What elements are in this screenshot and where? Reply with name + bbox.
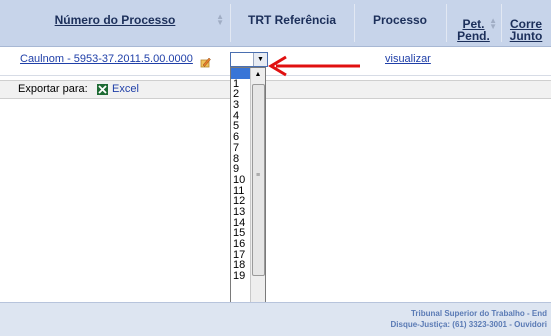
- col-header-processo: Processo: [354, 0, 446, 46]
- sort-arrows-icon: ▲ ▼: [489, 16, 497, 31]
- red-arrow-annotation-icon: [268, 55, 360, 77]
- trt-referencia-label: TRT Referência: [247, 13, 337, 27]
- processo-number-link[interactable]: Caulnom - 5953-37.2011.5.00.0000: [20, 53, 193, 65]
- scroll-up-icon[interactable]: ▲: [251, 68, 265, 82]
- visualizar-link[interactable]: visualizar: [385, 53, 431, 65]
- pencil-edit-icon[interactable]: [200, 57, 211, 68]
- sort-link-pet-line2[interactable]: Pend.: [457, 30, 490, 42]
- scroll-thumb[interactable]: ≡: [252, 84, 265, 276]
- scroll-grip-icon: ≡: [256, 172, 261, 179]
- export-excel-link[interactable]: Excel: [112, 83, 139, 95]
- processo-label: Processo: [372, 13, 428, 27]
- excel-icon[interactable]: [97, 84, 108, 95]
- footer-address: Tribunal Superior do Trabalho - End: [410, 309, 547, 318]
- col-header-numero-processo[interactable]: Número do Processo ▲ ▼: [0, 0, 230, 46]
- dropdown-scrollbar[interactable]: ▲ ≡: [250, 68, 265, 334]
- sort-link-corre-line2[interactable]: Junto: [510, 30, 543, 42]
- col-header-trt-referencia: TRT Referência: [230, 0, 354, 46]
- chevron-down-icon[interactable]: ▼: [253, 53, 267, 66]
- footer-contact: Disque-Justiça: (61) 3323-3001 - Ouvidor…: [390, 320, 548, 329]
- export-label: Exportar para:: [18, 83, 88, 95]
- export-bar: Exportar para: Excel: [0, 80, 551, 99]
- sort-link-pet-line1[interactable]: Pet.: [462, 18, 484, 30]
- table-header-row: Número do Processo ▲ ▼ TRT Referência Pro…: [0, 0, 551, 47]
- sort-link-numero-processo[interactable]: Número do Processo: [55, 13, 176, 27]
- sort-link-corre-line1[interactable]: Corre: [510, 18, 542, 30]
- trt-referencia-dropdown-list[interactable]: 1 2 3 4 5 6 7 8 9 10 11 12 13 14 15 16 17 18 19 ▲ ≡: [230, 67, 266, 335]
- col-header-pet-pend[interactable]: Pet. Pend. ▲ ▼: [446, 0, 501, 46]
- sort-arrows-icon: ▲ ▼: [216, 12, 224, 27]
- trt-referencia-select[interactable]: ▼: [230, 52, 268, 67]
- col-header-corre-junto[interactable]: Corre Junto: [501, 0, 551, 46]
- page-footer: Tribunal Superior do Trabalho - End Disq…: [0, 302, 551, 336]
